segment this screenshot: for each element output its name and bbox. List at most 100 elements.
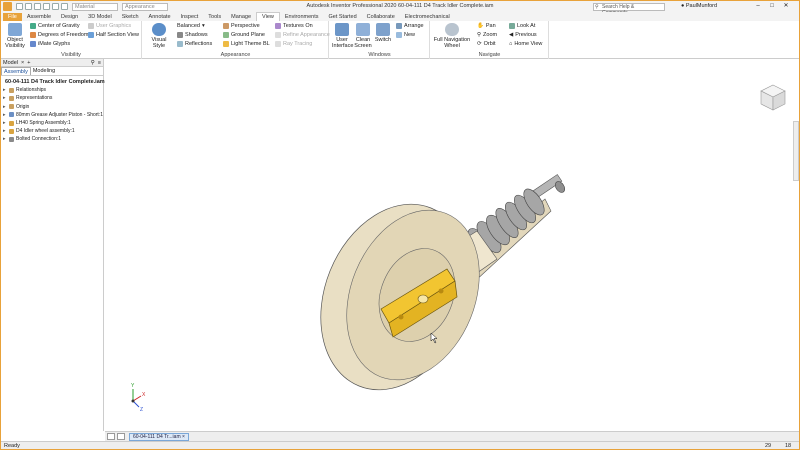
document-tab[interactable]: 60-04-111 D4 Tr...iam × [129, 432, 189, 441]
minimize-button[interactable]: – [753, 2, 763, 11]
maximize-button[interactable]: □ [767, 2, 777, 11]
refine-appearance-button[interactable]: Refine Appearance [275, 32, 330, 38]
search-input[interactable]: ⚲ Search Help & Commands... [593, 2, 665, 16]
tree-node-label: D4 Idler wheel assembly:1 [16, 128, 75, 135]
expand-icon[interactable]: ▸ [3, 86, 7, 94]
light-theme-label: Light Theme BL [231, 41, 270, 47]
tree-node-representations[interactable]: ▸ Representations [3, 94, 103, 102]
shadows-icon [177, 32, 183, 38]
previous-button[interactable]: ◀ Previous [509, 32, 537, 38]
object-visibility-button[interactable]: Object Visibility [4, 23, 26, 49]
tab-design[interactable]: Design [56, 13, 83, 21]
folder-icon [9, 104, 14, 110]
home-tab-icon[interactable] [107, 433, 115, 440]
orbit-button[interactable]: ⟳ Orbit [477, 41, 496, 47]
navigation-bar[interactable] [793, 121, 799, 181]
tab-inspect[interactable]: Inspect [176, 13, 204, 21]
idler-wheel[interactable] [294, 182, 503, 412]
degrees-of-freedom-button[interactable]: Degrees of Freedom [30, 32, 88, 38]
center-of-gravity-button[interactable]: Center of Gravity [30, 23, 80, 29]
tab-modeling[interactable]: Modeling [31, 67, 57, 75]
arrange-button[interactable]: Arrange [396, 23, 424, 29]
tab-get-started[interactable]: Get Started [324, 13, 362, 21]
visibility-group: Object Visibility Center of Gravity Degr… [1, 21, 142, 59]
perspective-button[interactable]: Perspective [223, 23, 260, 29]
user-interface-button[interactable]: User Interface [332, 23, 354, 49]
status-count-2: 18 [785, 443, 792, 449]
title-bar: Material Appearance Autodesk Inventor Pr… [1, 1, 799, 16]
chevron-down-icon: ▾ [201, 23, 205, 29]
clean-screen-button[interactable]: Clean Screen [354, 23, 372, 49]
expand-icon[interactable]: ▸ [3, 94, 7, 102]
tab-manage[interactable]: Manage [226, 13, 256, 21]
tab-assemble[interactable]: Assemble [22, 13, 56, 21]
half-section-view-button[interactable]: Half Section View [88, 32, 139, 38]
inventor-window: Material Appearance Autodesk Inventor Pr… [0, 0, 800, 450]
user-graphics-button[interactable]: User Graphics [88, 23, 131, 29]
balanced-dropdown[interactable]: Balanced ▾ [177, 23, 205, 29]
tab-3d-model[interactable]: 3D Model [83, 13, 117, 21]
tree-node-grease-adjuster[interactable]: ▸ 80mm Grease Adjuster Piston - Short:1 [3, 111, 103, 119]
expand-icon[interactable]: ▸ [3, 111, 7, 119]
tab-sketch[interactable]: Sketch [117, 13, 144, 21]
tab-environments[interactable]: Environments [280, 13, 324, 21]
assembly-model[interactable]: Y X Z [105, 59, 799, 431]
close-tab-icon[interactable]: × [182, 434, 185, 440]
expand-icon[interactable]: ▸ [3, 119, 7, 127]
close-button[interactable]: ✕ [781, 2, 791, 11]
ray-tracing-label: Ray Tracing [283, 41, 313, 47]
zoom-button[interactable]: ⚲ Zoom [477, 32, 497, 38]
navigation-wheel-icon [445, 23, 459, 36]
user-account[interactable]: ● PaulMunford [681, 3, 717, 9]
expand-icon[interactable]: ▸ [3, 135, 7, 143]
expand-icon[interactable]: ▸ [3, 103, 7, 111]
tab-annotate[interactable]: Annotate [144, 13, 176, 21]
look-at-button[interactable]: Look At [509, 23, 535, 29]
user-interface-label: User Interface [332, 37, 354, 49]
reflections-button[interactable]: Reflections [177, 41, 212, 47]
textures-icon [275, 23, 281, 29]
tab-tools[interactable]: Tools [203, 13, 226, 21]
refine-appearance-icon [275, 32, 281, 38]
viewcube-icon[interactable] [757, 81, 789, 113]
tab-collaborate[interactable]: Collaborate [362, 13, 400, 21]
new-window-button[interactable]: New [396, 32, 415, 38]
tree-node-idler-wheel[interactable]: ▸ D4 Idler wheel assembly:1 [3, 127, 103, 135]
ground-plane-button[interactable]: Ground Plane [223, 32, 265, 38]
menu-icon[interactable]: ≡ [98, 60, 101, 66]
expand-icon[interactable]: ▸ [3, 127, 7, 135]
tab-file[interactable]: File [3, 13, 22, 21]
imate-glyphs-button[interactable]: iMate Glyphs [30, 41, 70, 47]
home-view-button[interactable]: ⌂ Home View [509, 41, 542, 47]
visual-style-button[interactable]: Visual Style [146, 23, 172, 49]
pan-button[interactable]: ✋ Pan [477, 23, 496, 29]
add-icon[interactable]: + [27, 60, 30, 66]
appearance-group-label: Appearance [220, 52, 251, 58]
tab-view[interactable]: View [256, 12, 280, 21]
tree-node-relationships[interactable]: ▸ Relationships [3, 86, 103, 94]
imate-glyphs-label: iMate Glyphs [38, 41, 71, 47]
tab-assembly[interactable]: Assembly [1, 67, 31, 75]
switch-button[interactable]: Switch [374, 23, 392, 43]
tree-node-label: LH40 Spring Assembly:1 [16, 120, 71, 127]
folder-icon [9, 87, 14, 93]
tree-node-bolted-connection[interactable]: ▸ Bolted Connection:1 [3, 135, 103, 143]
perspective-icon [223, 23, 229, 29]
browser-tabs: Assembly Modeling [1, 67, 103, 76]
light-theme-dropdown[interactable]: Light Theme BL [223, 41, 270, 47]
shadows-button[interactable]: Shadows [177, 32, 208, 38]
search-icon[interactable]: ⚲ [91, 60, 95, 66]
object-visibility-label: Object Visibility [5, 37, 25, 49]
tab-electromechanical[interactable]: Electromechanical [400, 13, 455, 21]
ray-tracing-button[interactable]: Ray Tracing [275, 41, 312, 47]
tree-node-spring-assembly[interactable]: ▸ LH40 Spring Assembly:1 [3, 119, 103, 127]
tree-node-origin[interactable]: ▸ Origin [3, 103, 103, 111]
tree-root[interactable]: 60-04-111 D4 Track Idler Complete.iam [3, 78, 105, 86]
perspective-label: Perspective [231, 23, 260, 29]
textures-on-button[interactable]: Textures On [275, 23, 313, 29]
full-navigation-wheel-button[interactable]: Full Navigation Wheel [433, 23, 471, 49]
graphics-window[interactable]: Y X Z [105, 59, 799, 431]
switch-icon [376, 23, 390, 36]
close-icon[interactable]: × [21, 60, 24, 66]
tile-view-icon[interactable] [117, 433, 125, 440]
